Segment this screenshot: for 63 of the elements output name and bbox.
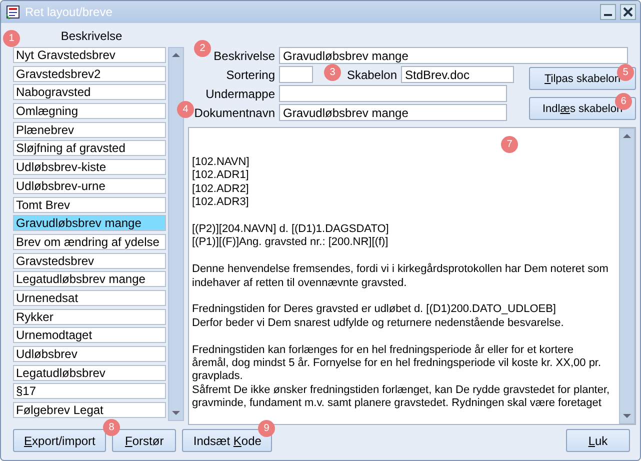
field-label: Skabelon	[346, 68, 397, 82]
document-text-area[interactable]	[189, 128, 619, 424]
text-line: Fredningstiden kan forlænges for en hel fredningsperiode år eller for et kortere	[192, 344, 574, 357]
list-item[interactable]: Udløbsbrev	[13, 346, 166, 362]
list-item[interactable]: Gravudløbsbrev mange	[13, 215, 166, 232]
field-label: Dokumentnavn	[194, 106, 275, 120]
description-field[interactable]: Gravudløbsbrev mange	[279, 47, 628, 64]
text-line: Såfremt De ikke ønsker fredningstiden forlænget, kan De rydde gravstedet for planter,	[192, 384, 610, 398]
field-label: Sortering	[226, 68, 275, 82]
annotation-marker: 8	[103, 419, 120, 436]
text-line: [102.NAVN]	[192, 156, 250, 170]
list-item[interactable]: Omlægning	[13, 103, 166, 120]
document-name-field[interactable]: Gravudløbsbrev mange	[279, 104, 507, 121]
text-line: [(P1)][(F)]Ang. gravsted nr.: [200.NR][(f)]	[192, 236, 388, 250]
minimize-icon	[604, 14, 612, 16]
text-line: gravplads.	[192, 370, 243, 384]
subfolder-field[interactable]	[279, 85, 507, 102]
list-item[interactable]: Rykker	[13, 308, 166, 325]
text-line: [(P2)][204.NAVN] d. [(D1)1.DAGSDATO]	[192, 223, 389, 236]
template-field[interactable]: StdBrev.doc	[401, 66, 514, 83]
list-item[interactable]: Plænebrev	[13, 122, 166, 138]
list-item[interactable]: Tomt Brev	[13, 196, 166, 212]
annotation-marker: 1	[3, 30, 20, 47]
list-item[interactable]: Legatudløbsbrev mange	[13, 271, 166, 288]
action-button[interactable]: Luk	[566, 429, 630, 452]
scrollbar[interactable]	[619, 128, 635, 424]
list-item[interactable]: Udløbsbrev-urne	[13, 178, 166, 194]
text-line: Denne henvendelse fremsendes, fordi vi i kirkegårdsprotokollen har Dem noteret som	[192, 263, 608, 277]
scrollbar[interactable]	[168, 47, 184, 421]
list-item[interactable]: Følgebrev Legat	[13, 402, 166, 418]
field-label: Undermappe	[206, 86, 275, 100]
list-item[interactable]: Nabogravsted	[13, 84, 166, 100]
text-line: Fredningstiden for Deres gravsted er udløbet d. [(D1)200.DATO_UDLOEB]	[192, 303, 556, 317]
list-item[interactable]: Brev om ændring af ydelse	[13, 234, 166, 250]
list-item[interactable]: Urnenedsat	[13, 290, 166, 306]
app-icon	[5, 4, 21, 20]
list-item[interactable]: Legatudløbsbrev	[13, 364, 166, 381]
field-label: Beskrivelse	[214, 48, 275, 62]
list-item[interactable]: Udløbsbrev-kiste	[13, 159, 166, 176]
text-line: gravminde, fundament m.v. samt planere gravstedet. Rydningen skal være foretaget	[192, 397, 602, 411]
list-item[interactable]: Gravstedsbrev	[13, 252, 166, 269]
list-item[interactable]: Gravstedsbrev2	[13, 66, 166, 82]
window-title: Ret layout/breve	[25, 5, 112, 19]
text-line: Derfor beder vi Dem snarest udfylde og returnere nedenstående besvarelse.	[192, 316, 564, 330]
text-line: [102.ADR1]	[192, 169, 249, 183]
annotation-marker: 4	[177, 101, 194, 118]
action-button[interactable]: Forstør	[112, 429, 176, 452]
close-icon	[623, 7, 633, 17]
text-line: indehaver af retten til ovennævnte gravsted.	[192, 276, 407, 290]
text-line: [102.ADR2]	[192, 182, 249, 196]
annotation-marker: 2	[194, 40, 211, 57]
list-item[interactable]: Sløjfning af gravsted	[13, 140, 166, 156]
close-button[interactable]	[620, 4, 636, 20]
sort-field[interactable]	[279, 66, 313, 83]
text-line: [102.ADR3]	[192, 196, 249, 210]
minimize-button[interactable]	[600, 4, 616, 20]
list-item[interactable]: Nyt Gravstedsbrev	[13, 47, 166, 63]
list-item[interactable]: §17	[13, 383, 166, 400]
action-button[interactable]: Export/import	[13, 429, 106, 452]
annotation-marker: 3	[324, 64, 341, 81]
column-heading: Beskrivelse	[60, 29, 124, 44]
text-line: åremål, dog mindst 5 år. Fornyelse for en hel fredningsperiode vil koste kr. XX,00 pr.	[192, 357, 602, 370]
list-item[interactable]: Urnemodtaget	[13, 327, 166, 344]
